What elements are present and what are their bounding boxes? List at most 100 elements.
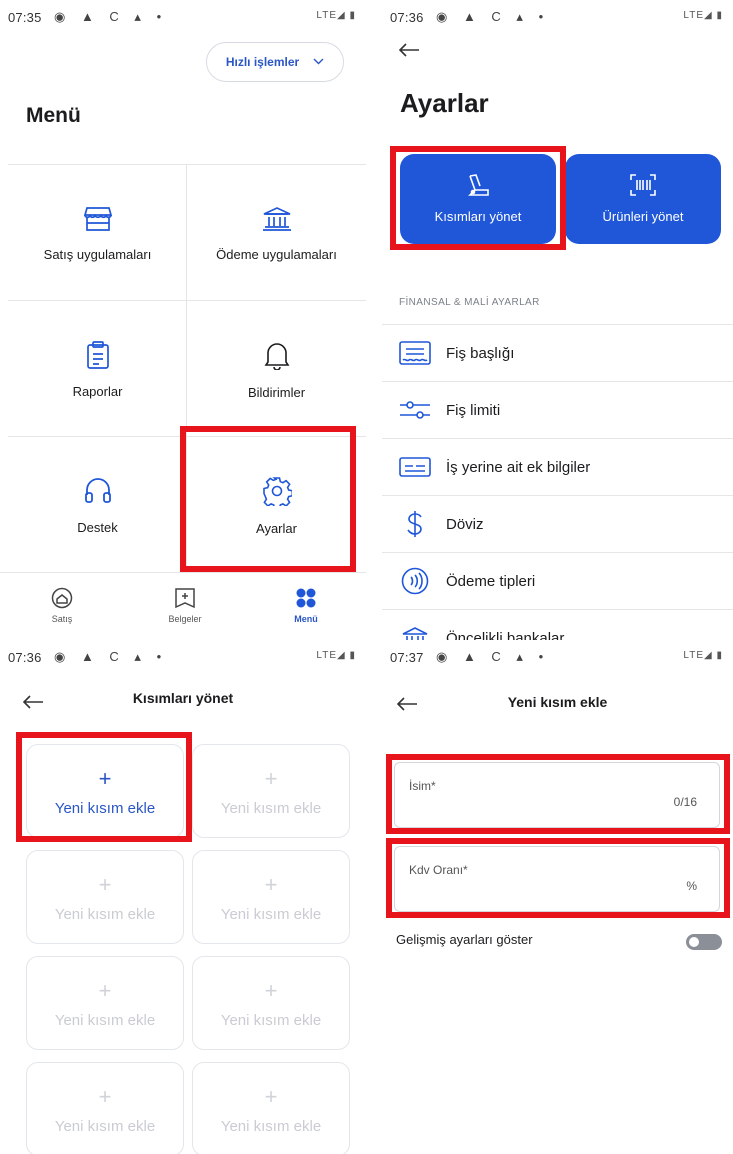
settings-row-label: Fiş başlığı [446, 344, 515, 362]
plus-icon: + [264, 977, 278, 1003]
back-button[interactable] [398, 38, 420, 64]
button-label: Ürünleri yönet [602, 209, 684, 224]
status-bar: 07:36 ◉ ▲ C ▴ • LTE◢ ▮ [382, 0, 733, 36]
menu-tile-label: Raporlar [72, 384, 123, 399]
nav-item-label: Satış [51, 614, 73, 624]
advanced-settings-label: Gelişmiş ayarları göster [396, 932, 533, 947]
settings-row-currency[interactable]: Döviz [382, 495, 733, 552]
status-time: 07:36 [8, 650, 42, 665]
status-icons: ◉ ▲ C ▴ • [436, 9, 550, 24]
add-section-card[interactable]: + Yeni kısım ekle [192, 850, 350, 944]
contactless-icon [382, 567, 438, 595]
settings-row-label: Döviz [446, 515, 484, 533]
settings-screen: 07:36 ◉ ▲ C ▴ • LTE◢ ▮ Ayarlar Kısımları… [382, 0, 733, 640]
section-title: FİNANSAL & MALİ AYARLAR [399, 297, 540, 308]
manage-products-button[interactable]: Ürünleri yönet [565, 154, 721, 244]
menu-screen: 07:35 ◉ ▲ C ▴ • LTE◢ ▮ Hızlı işlemler Me… [0, 0, 366, 640]
sliders-icon [382, 398, 438, 422]
document-add-icon [174, 587, 196, 611]
bell-icon [264, 340, 290, 373]
highlight-box [180, 426, 356, 572]
status-icons: ◉ ▲ C ▴ • [54, 649, 168, 664]
network-indicator: LTE◢ ▮ [316, 650, 356, 661]
advanced-settings-row: Gelişmiş ayarları göster [396, 932, 722, 956]
plus-icon: + [264, 765, 278, 791]
plus-icon: + [98, 871, 112, 897]
network-indicator: LTE◢ ▮ [683, 10, 723, 21]
nav-item-sales[interactable]: Satış [22, 587, 102, 624]
menu-tile-notifications[interactable]: Bildirimler [187, 302, 366, 438]
settings-row-label: İş yerine ait ek bilgiler [446, 458, 591, 476]
add-section-card[interactable]: + Yeni kısım ekle [192, 1062, 350, 1154]
menu-tile-label: Bildirimler [247, 385, 306, 400]
bottom-navigation: Satış Belgeler Menü [0, 572, 366, 640]
page-title: Ayarlar [400, 88, 489, 118]
bank-icon [382, 626, 438, 640]
plus-icon: + [98, 977, 112, 1003]
dollar-icon [382, 510, 438, 538]
headset-icon [84, 477, 112, 508]
add-section-card[interactable]: + Yeni kısım ekle [192, 956, 350, 1050]
status-bar: 07:36 ◉ ▲ C ▴ • LTE◢ ▮ [0, 640, 366, 676]
receipt-header-icon [382, 341, 438, 365]
add-section-card[interactable]: + Yeni kısım ekle [26, 1062, 184, 1154]
highlight-box [386, 754, 730, 834]
card-label: Yeni kısım ekle [54, 905, 156, 923]
network-indicator: LTE◢ ▮ [316, 10, 356, 21]
toggle-knob [689, 937, 699, 947]
settings-row-label: Öncelikli bankalar [446, 629, 565, 641]
add-section-card[interactable]: + Yeni kısım ekle [26, 850, 184, 944]
status-time: 07:35 [8, 10, 42, 25]
add-section-card[interactable]: + Yeni kısım ekle [192, 744, 350, 838]
status-time: 07:37 [390, 650, 424, 665]
manage-sections-screen: 07:36 ◉ ▲ C ▴ • LTE◢ ▮ Kısımları yönet +… [0, 640, 366, 1154]
menu-tile-reports[interactable]: Raporlar [8, 302, 187, 438]
settings-row-label: Fiş limiti [446, 401, 501, 419]
nav-item-documents[interactable]: Belgeler [145, 587, 225, 624]
card-label: Yeni kısım ekle [220, 905, 322, 923]
quick-actions-label: Hızlı işlemler [225, 55, 300, 69]
arrow-left-icon [398, 38, 420, 63]
plus-icon: + [264, 1083, 278, 1109]
settings-row-priority-banks[interactable]: Öncelikli bankalar [382, 609, 733, 640]
page-title: Menü [26, 104, 81, 127]
status-icons: ◉ ▲ C ▴ • [54, 9, 168, 24]
menu-tile-support[interactable]: Destek [8, 438, 187, 574]
status-icons: ◉ ▲ C ▴ • [436, 649, 550, 664]
add-section-card[interactable]: + Yeni kısım ekle [26, 956, 184, 1050]
store-icon [83, 206, 112, 235]
status-bar: 07:37 ◉ ▲ C ▴ • LTE◢ ▮ [382, 640, 733, 676]
nav-item-menu[interactable]: Menü [266, 587, 346, 624]
menu-tile-label: Satış uygulamaları [43, 247, 152, 262]
highlight-box [16, 732, 192, 842]
settings-row-payment-types[interactable]: Ödeme tipleri [382, 552, 733, 609]
nav-item-label: Menü [294, 614, 318, 624]
page-title: Yeni kısım ekle [507, 694, 608, 710]
page-title: Kısımları yönet [132, 690, 234, 706]
menu-tile-payment-apps[interactable]: Ödeme uygulamaları [187, 166, 366, 302]
card-label: Yeni kısım ekle [220, 1117, 322, 1135]
settings-row-receipt-header[interactable]: Fiş başlığı [382, 324, 733, 381]
settings-row-business-info[interactable]: İş yerine ait ek bilgiler [382, 438, 733, 495]
nav-item-label: Belgeler [168, 614, 202, 624]
card-label: Yeni kısım ekle [220, 799, 322, 817]
grid-dots-icon [295, 587, 317, 611]
barcode-scan-icon [630, 174, 656, 199]
plus-icon: + [264, 871, 278, 897]
status-bar: 07:35 ◉ ▲ C ▴ • LTE◢ ▮ [0, 0, 366, 36]
card-label: Yeni kısım ekle [54, 1011, 156, 1029]
new-section-screen: 07:37 ◉ ▲ C ▴ • LTE◢ ▮ Yeni kısım ekle İ… [382, 640, 733, 1154]
chevron-down-icon [313, 57, 324, 68]
status-time: 07:36 [390, 10, 424, 25]
settings-row-receipt-limit[interactable]: Fiş limiti [382, 381, 733, 438]
quick-actions-dropdown[interactable]: Hızlı işlemler [206, 42, 344, 82]
highlight-box [386, 838, 730, 918]
network-indicator: LTE◢ ▮ [683, 650, 723, 661]
advanced-settings-toggle[interactable] [686, 934, 722, 950]
menu-tile-sales-apps[interactable]: Satış uygulamaları [8, 166, 187, 302]
plus-icon: + [98, 1083, 112, 1109]
home-icon [51, 587, 73, 611]
info-card-icon [382, 455, 438, 479]
card-label: Yeni kısım ekle [220, 1011, 322, 1029]
menu-tile-label: Ödeme uygulamaları [216, 247, 337, 262]
